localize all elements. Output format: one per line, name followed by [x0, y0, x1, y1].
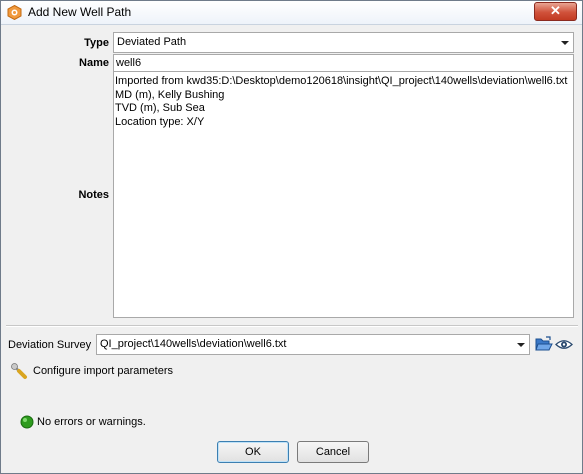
type-label: Type — [84, 37, 109, 49]
status-message: No errors or warnings. — [37, 416, 146, 428]
notes-label: Notes — [78, 189, 109, 201]
notes-line: Location type: X/Y — [115, 115, 205, 128]
chevron-down-icon — [517, 343, 525, 347]
close-button[interactable]: ✕ — [534, 2, 577, 21]
eye-icon[interactable] — [555, 337, 573, 352]
cancel-button[interactable]: Cancel — [297, 441, 369, 463]
deviation-survey-select[interactable]: QI_project\140wells\deviation\well6.txt — [96, 334, 530, 355]
add-well-path-dialog: Add New Well Path ✕ Type Deviated Path N… — [0, 0, 583, 474]
deviation-survey-value: QI_project\140wells\deviation\well6.txt — [100, 338, 287, 350]
wrench-icon — [11, 363, 27, 379]
title-bar: Add New Well Path ✕ — [1, 1, 582, 25]
type-select[interactable]: Deviated Path — [113, 32, 574, 53]
type-value: Deviated Path — [117, 36, 187, 48]
deviation-survey-label: Deviation Survey — [8, 339, 92, 351]
notes-line: MD (m), Kelly Bushing — [115, 88, 225, 101]
ok-button[interactable]: OK — [217, 441, 289, 463]
notes-line: TVD (m), Sub Sea — [115, 102, 205, 115]
app-logo-icon — [7, 5, 22, 20]
configure-import-link[interactable]: Configure import parameters — [33, 365, 173, 377]
status-ok-icon — [20, 415, 34, 429]
name-label: Name — [79, 57, 109, 69]
folder-open-icon[interactable] — [535, 336, 553, 353]
chevron-down-icon — [561, 41, 569, 45]
divider — [6, 325, 578, 327]
name-field[interactable]: well6 — [113, 54, 574, 72]
notes-line: Imported from kwd35:D:\Desktop\demo12061… — [115, 75, 568, 87]
window-title: Add New Well Path — [28, 5, 132, 19]
notes-textarea[interactable]: Imported from kwd35:D:\Desktop\demo12061… — [113, 71, 574, 318]
